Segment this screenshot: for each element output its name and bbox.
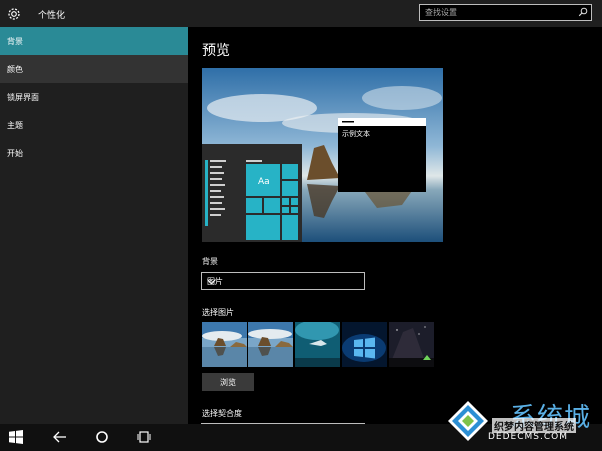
sidebar: 背景 颜色 锁屏界面 主题 开始	[0, 27, 188, 424]
picture-thumbnail-2[interactable]	[248, 322, 293, 367]
sidebar-item-colors[interactable]: 颜色	[0, 55, 188, 83]
picture-thumbnail-1[interactable]	[202, 322, 247, 367]
start-button[interactable]	[0, 424, 32, 451]
choose-fit-label: 选择契合度	[202, 409, 242, 418]
background-dropdown[interactable]: 图片	[201, 272, 365, 290]
browse-button[interactable]: 浏览	[202, 373, 254, 391]
sidebar-item-label: 开始	[7, 149, 23, 158]
sidebar-item-label: 背景	[7, 37, 23, 46]
background-preview: Aa 示例文本	[202, 68, 443, 242]
search-box[interactable]	[419, 4, 592, 21]
watermark-url: DEDECMS.COM	[488, 432, 568, 442]
picture-thumbnail-4[interactable]	[342, 322, 387, 367]
chevron-down-icon	[207, 278, 216, 285]
sidebar-item-label: 颜色	[7, 65, 23, 74]
home-button[interactable]	[86, 424, 118, 451]
search-icon[interactable]	[578, 7, 588, 17]
sidebar-item-lock-screen[interactable]: 锁屏界面	[0, 83, 188, 111]
task-view-button[interactable]	[128, 424, 160, 451]
picture-thumbnail-3[interactable]	[295, 322, 340, 367]
picture-thumbnail-5[interactable]	[389, 322, 434, 367]
title-bar: 个性化	[0, 0, 602, 27]
sidebar-item-label: 锁屏界面	[7, 93, 39, 102]
choose-picture-label: 选择图片	[202, 308, 234, 317]
watermark: 系统城 织梦内容管理系统 DEDECMS.COM	[446, 395, 602, 451]
app-title: 个性化	[38, 11, 66, 21]
search-input[interactable]	[425, 6, 575, 19]
back-button[interactable]	[44, 424, 76, 451]
sidebar-item-label: 主题	[7, 121, 23, 130]
background-label: 背景	[202, 257, 218, 266]
sidebar-item-background[interactable]: 背景	[0, 27, 188, 55]
watermark-subtitle: 织梦内容管理系统	[492, 418, 576, 433]
sample-text: 示例文本	[342, 130, 370, 138]
tile-label: Aa	[258, 177, 270, 187]
sidebar-item-themes[interactable]: 主题	[0, 111, 188, 139]
gear-icon[interactable]	[6, 6, 22, 22]
watermark-logo	[448, 401, 488, 444]
sidebar-item-start[interactable]: 开始	[0, 139, 188, 167]
page-title: 预览	[202, 43, 230, 59]
